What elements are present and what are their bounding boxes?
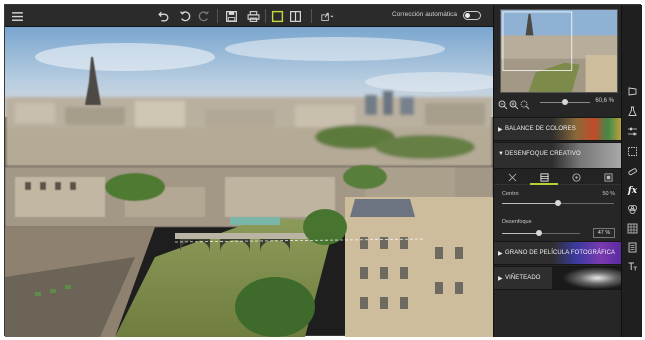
section-collapsed-arrow: ▶ [498,251,503,257]
blur-linear-tab[interactable] [530,171,558,185]
tool-strip: fx [621,5,642,337]
zoom-slider[interactable] [540,99,590,105]
navigator-thumbnail[interactable] [500,9,618,93]
center-slider-knob[interactable] [555,200,561,206]
center-value: 50 % [602,191,615,197]
center-label: Centro [502,191,519,197]
section-collapsed-arrow: ▶ [498,276,503,282]
app-window: Corrección automática 60,6 % ▶ BALANCE D… [4,4,642,337]
center-slider[interactable] [502,200,614,206]
share-icon[interactable] [317,8,337,24]
toolbar-separator [217,9,218,23]
section-vignette[interactable]: ▶ VIÑETEADO [494,266,622,290]
blur-amount-label: Desenfoque [502,219,532,225]
blur-amount-slider-knob[interactable] [535,230,542,236]
fx-effects-icon[interactable]: fx [626,184,639,197]
toolbar-separator [311,9,312,23]
blur-none-tab[interactable] [502,171,522,183]
section-title: BALANCE DE COLORES [505,126,576,132]
center-slider-fill [502,203,558,204]
blur-amount-slider[interactable] [502,230,580,236]
top-toolbar: Corrección automática [5,5,493,27]
zoom-value: 60,6 % [595,98,614,104]
undo-icon[interactable] [155,8,171,24]
blur-amount-slider-fill [502,233,539,234]
heal-icon[interactable] [626,165,639,178]
section-color-balance[interactable]: ▶ BALANCE DE COLORES [494,117,622,141]
blur-radial-tab[interactable] [566,171,586,183]
section-title: VIÑETEADO [505,275,541,281]
split-view-icon[interactable] [287,8,303,24]
zoom-out-icon[interactable] [498,97,508,110]
perspective-icon[interactable] [626,85,639,98]
auto-correction-toggle[interactable] [463,11,481,20]
color-filter-icon[interactable] [626,203,639,216]
sliders-icon[interactable] [626,125,639,138]
selection-icon[interactable] [626,145,639,158]
print-icon[interactable] [245,8,261,24]
paris-photo [5,27,493,337]
toggle-knob [465,13,470,18]
blur-full-tab[interactable] [598,171,618,183]
photo-canvas[interactable] [5,27,493,337]
redo-icon[interactable] [177,8,193,24]
layers-icon[interactable] [626,241,639,254]
lab-flask-icon[interactable] [626,105,639,118]
section-expanded-arrow: ▼ [498,151,504,157]
adjustments-panel: 60,6 % ▶ BALANCE DE COLORES ▼ DESENFOQUE [493,5,622,337]
section-collapsed-arrow: ▶ [498,127,503,133]
blur-amount-value[interactable]: 47 % [593,228,615,238]
auto-correction-label: Corrección automática [391,11,457,18]
blur-mode-tabs [494,169,622,185]
navigator-preview [501,10,617,92]
save-icon[interactable] [223,8,239,24]
toolbar-separator [265,9,266,23]
zoom-in-icon[interactable] [509,97,519,110]
texture-grid-icon[interactable] [626,222,639,235]
text-icon[interactable] [626,260,639,273]
section-creative-blur[interactable]: ▼ DESENFOQUE CREATIVO [494,142,622,169]
zoom-controls: 60,6 % [498,97,618,110]
section-title: DESENFOQUE CREATIVO [505,151,581,157]
menu-icon[interactable] [9,8,25,24]
vignette-thumbnail [552,267,622,289]
zoom-slider-knob[interactable] [562,99,568,105]
redo-alt-icon[interactable] [195,8,211,24]
zoom-fit-icon[interactable] [520,97,530,110]
crop-view-icon[interactable] [269,8,285,24]
section-film-grain[interactable]: ▶ GRANO DE PELÍCULA FOTOGRÁFICA [494,241,622,265]
section-title: GRANO DE PELÍCULA FOTOGRÁFICA [505,250,616,256]
